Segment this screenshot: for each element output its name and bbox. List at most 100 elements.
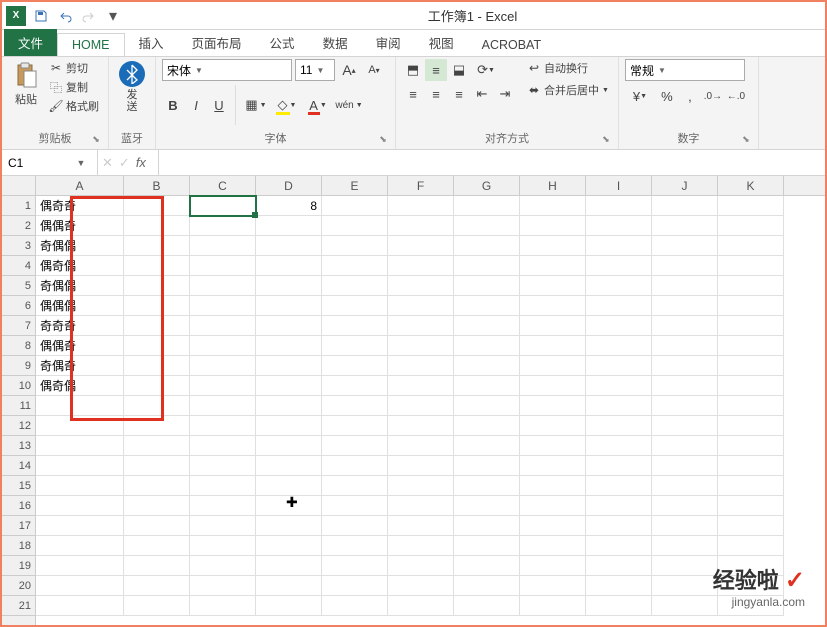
cell[interactable]: 奇偶奇 (36, 356, 124, 376)
cell[interactable] (36, 456, 124, 476)
fx-icon[interactable]: fx (136, 155, 146, 170)
cell[interactable] (256, 336, 322, 356)
row-header[interactable]: 18 (2, 536, 35, 556)
cell[interactable] (124, 596, 190, 616)
cell[interactable] (520, 596, 586, 616)
cell[interactable]: 偶偶奇 (36, 336, 124, 356)
cell[interactable] (124, 496, 190, 516)
name-box-input[interactable] (2, 156, 72, 170)
cell[interactable] (586, 296, 652, 316)
column-header[interactable]: E (322, 176, 388, 195)
cell[interactable] (586, 336, 652, 356)
increase-indent-button[interactable]: ⇥ (494, 83, 516, 105)
cell[interactable] (256, 416, 322, 436)
cell[interactable] (520, 256, 586, 276)
cell[interactable] (586, 376, 652, 396)
cell[interactable] (322, 296, 388, 316)
cell[interactable] (586, 496, 652, 516)
fill-color-button[interactable]: ◇ ▼ (272, 94, 302, 116)
cell[interactable] (520, 296, 586, 316)
cell[interactable] (454, 476, 520, 496)
row-header[interactable]: 10 (2, 376, 35, 396)
cell[interactable] (322, 476, 388, 496)
cell[interactable] (190, 356, 256, 376)
row-header[interactable]: 16 (2, 496, 35, 516)
italic-button[interactable]: I (185, 94, 207, 116)
cell[interactable] (36, 396, 124, 416)
cell[interactable] (190, 496, 256, 516)
cell[interactable] (454, 336, 520, 356)
cell[interactable] (652, 316, 718, 336)
row-header[interactable]: 12 (2, 416, 35, 436)
cell[interactable] (652, 216, 718, 236)
align-middle-button[interactable]: ≡ (425, 59, 447, 81)
comma-button[interactable]: , (679, 85, 701, 107)
cell[interactable] (520, 236, 586, 256)
tab-view[interactable]: 视图 (415, 29, 468, 56)
row-header[interactable]: 1 (2, 196, 35, 216)
cell[interactable] (454, 196, 520, 216)
cell[interactable] (256, 516, 322, 536)
cell[interactable] (718, 516, 784, 536)
cell[interactable]: 奇奇奇 (36, 316, 124, 336)
cell[interactable] (586, 416, 652, 436)
cell[interactable] (454, 416, 520, 436)
cell[interactable] (388, 476, 454, 496)
font-launcher-icon[interactable]: ⬊ (377, 134, 389, 146)
cell[interactable] (388, 536, 454, 556)
bluetooth-send-button[interactable]: 发 送 (115, 59, 149, 115)
cell[interactable] (388, 276, 454, 296)
cell[interactable] (454, 376, 520, 396)
increase-decimal-button[interactable]: .0→ (702, 85, 724, 107)
cell[interactable] (454, 276, 520, 296)
decrease-decimal-button[interactable]: ←.0 (725, 85, 747, 107)
cell[interactable] (454, 216, 520, 236)
cell[interactable] (322, 396, 388, 416)
cell[interactable] (322, 556, 388, 576)
cell[interactable] (520, 396, 586, 416)
cell[interactable] (520, 436, 586, 456)
align-bottom-button[interactable]: ⬓ (448, 59, 470, 81)
formula-input[interactable] (159, 150, 825, 175)
cell[interactable] (322, 376, 388, 396)
cell[interactable] (36, 576, 124, 596)
column-header[interactable]: I (586, 176, 652, 195)
cell[interactable] (36, 476, 124, 496)
cell[interactable] (256, 596, 322, 616)
cell[interactable] (718, 336, 784, 356)
cell[interactable] (190, 296, 256, 316)
cell[interactable] (718, 376, 784, 396)
cell[interactable] (652, 556, 718, 576)
column-header[interactable]: B (124, 176, 190, 195)
cell[interactable] (520, 276, 586, 296)
tab-page-layout[interactable]: 页面布局 (178, 29, 256, 56)
cell[interactable]: 8 (256, 196, 322, 216)
cell[interactable] (256, 496, 322, 516)
cell[interactable] (454, 456, 520, 476)
cell[interactable] (520, 536, 586, 556)
cell[interactable]: 奇偶偶 (36, 276, 124, 296)
cell[interactable] (520, 496, 586, 516)
cell[interactable] (586, 436, 652, 456)
cell[interactable] (322, 316, 388, 336)
cell[interactable] (36, 496, 124, 516)
cell[interactable] (190, 436, 256, 456)
cell[interactable] (586, 196, 652, 216)
cell[interactable] (124, 356, 190, 376)
cell[interactable] (124, 196, 190, 216)
qat-customize-icon[interactable]: ▾ (102, 5, 124, 27)
row-header[interactable]: 2 (2, 216, 35, 236)
align-center-button[interactable]: ≡ (425, 83, 447, 105)
row-header[interactable]: 9 (2, 356, 35, 376)
cell[interactable] (520, 316, 586, 336)
cell[interactable] (520, 336, 586, 356)
font-size-combo[interactable]: 11▼ (295, 59, 335, 81)
wrap-text-button[interactable]: ↩ 自动换行 (524, 59, 612, 77)
cell[interactable] (388, 196, 454, 216)
cell[interactable] (124, 396, 190, 416)
grow-font-button[interactable]: A▴ (338, 59, 360, 81)
row-header[interactable]: 5 (2, 276, 35, 296)
tab-review[interactable]: 审阅 (362, 29, 415, 56)
cell[interactable] (520, 416, 586, 436)
cell[interactable] (388, 296, 454, 316)
